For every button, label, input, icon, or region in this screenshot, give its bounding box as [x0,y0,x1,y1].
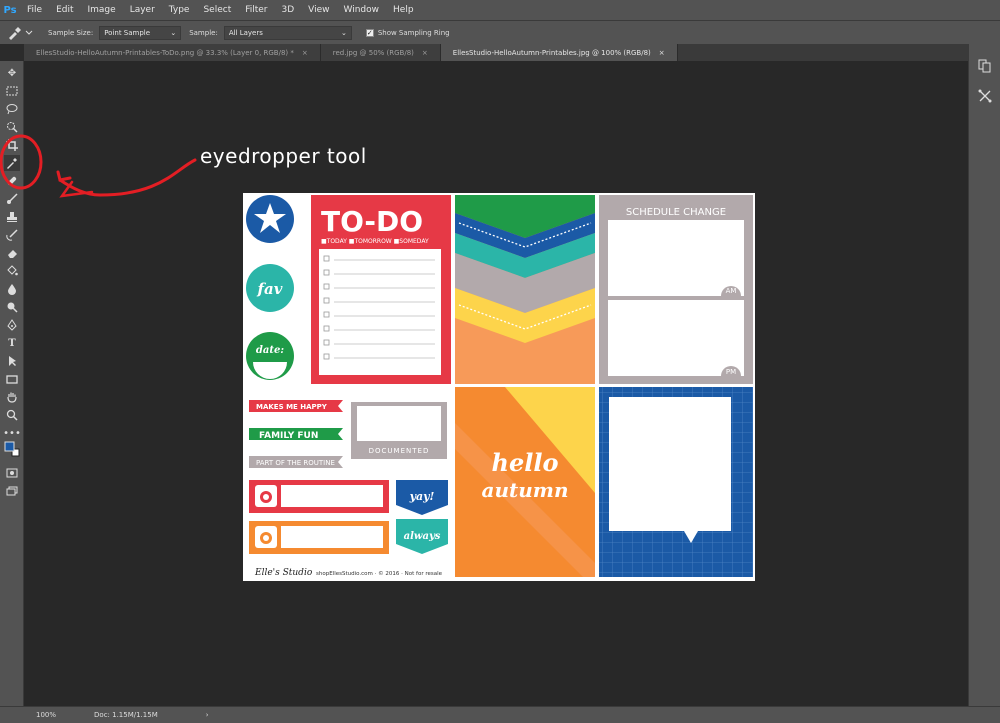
status-menu-arrow-icon[interactable]: › [206,711,209,719]
zoom-level[interactable]: 100% [36,711,56,719]
status-bar: 100% Doc: 1.15M/1.15M › [0,706,1000,723]
doc-size: Doc: 1.15M/1.15M [94,711,158,719]
annotation-overlay [0,134,197,198]
eyedropper-tool-annotation: eyedropper tool [200,144,367,168]
